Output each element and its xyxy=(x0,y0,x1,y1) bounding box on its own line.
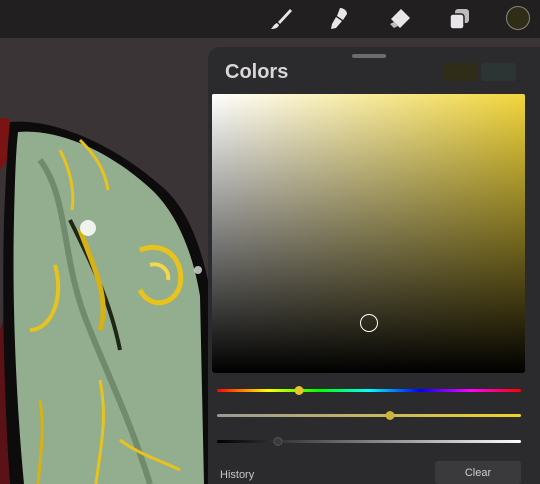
panel-grabber[interactable] xyxy=(352,54,386,58)
history-label: History xyxy=(220,469,255,481)
hue-slider-knob[interactable] xyxy=(294,386,304,395)
brush-icon[interactable] xyxy=(268,6,294,32)
secondary-color-swatch[interactable] xyxy=(481,63,516,81)
smudge-icon[interactable] xyxy=(326,6,352,32)
layers-icon[interactable] xyxy=(447,6,473,32)
saturation-slider[interactable] xyxy=(217,411,521,420)
brightness-slider-knob[interactable] xyxy=(273,437,283,446)
color-picker-square[interactable] xyxy=(212,94,525,373)
eraser-icon[interactable] xyxy=(386,6,412,32)
hue-slider[interactable] xyxy=(217,386,521,395)
primary-color-swatch[interactable] xyxy=(443,63,477,81)
colors-panel: Colors History Clear xyxy=(208,47,540,484)
clear-history-button[interactable]: Clear xyxy=(435,461,521,484)
brightness-slider[interactable] xyxy=(217,437,521,446)
panel-title: Colors xyxy=(225,61,289,83)
saturation-slider-knob[interactable] xyxy=(385,411,395,420)
top-toolbar xyxy=(0,0,540,38)
picker-cursor[interactable] xyxy=(359,313,378,332)
current-color-swatch[interactable] xyxy=(506,6,530,30)
